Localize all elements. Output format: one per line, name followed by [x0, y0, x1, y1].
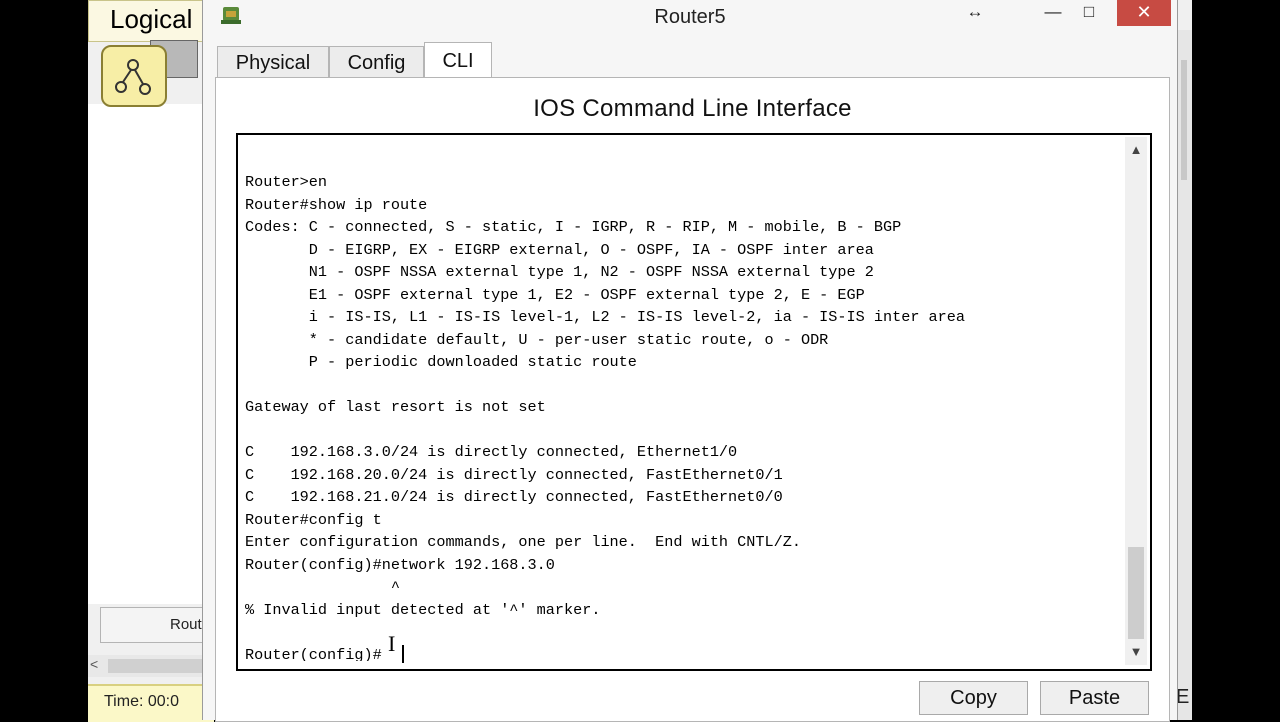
tab-physical[interactable]: Physical [217, 46, 329, 79]
paste-button[interactable]: Paste [1040, 681, 1149, 715]
tab-config[interactable]: Config [329, 46, 424, 79]
text-cursor [402, 645, 404, 663]
mouse-ibeam-icon: I [388, 631, 396, 656]
terminal-line: Enter configuration commands, one per li… [245, 533, 801, 551]
terminal-line: E1 - OSPF external type 1, E2 - OSPF ext… [245, 285, 865, 304]
device-list-button[interactable]: Rout [100, 607, 214, 643]
terminal-line: P - periodic downloaded static route [245, 353, 637, 371]
terminal-line: % Invalid input detected at '^' marker. [245, 600, 601, 619]
scroll-down-icon[interactable]: ▼ [1125, 643, 1147, 661]
terminal-output[interactable]: Router>en Router#show ip route Codes: C - … [245, 171, 1115, 661]
cli-heading: IOS Command Line Interface [533, 95, 852, 122]
terminal-line: Router>en [245, 173, 328, 191]
terminal-scroll-thumb[interactable] [1128, 547, 1144, 639]
logical-workspace-label: Logical [110, 4, 193, 34]
simulation-time: Time: 00:0 [88, 684, 214, 722]
window-title: Router5 [654, 6, 726, 28]
terminal-line: Codes: C - connected, S - static, I - IG… [245, 218, 902, 236]
left-black-bar [0, 0, 88, 720]
terminal-line: C 192.168.21.0/24 is directly connected,… [245, 488, 783, 506]
cli-terminal[interactable]: Router>en Router#show ip route Codes: C - … [236, 133, 1152, 671]
terminal-line: Gateway of last resort is not set [245, 398, 546, 416]
move-icon[interactable]: ↔ [955, 0, 995, 26]
terminal-vertical-scrollbar[interactable]: ▲ ▼ [1125, 137, 1147, 665]
workspace-right-scroll-thumb[interactable] [1181, 60, 1187, 180]
scroll-left-icon[interactable]: < [90, 656, 98, 672]
device-side-panel [88, 104, 214, 604]
copy-button[interactable]: Copy [919, 681, 1028, 715]
terminal-line: Router#config t [245, 510, 382, 529]
scroll-up-icon[interactable]: ▲ [1125, 141, 1147, 159]
terminal-line: * - candidate default, U - per-user stat… [245, 330, 829, 349]
cli-panel: IOS Command Line Interface Router>en Rout… [215, 77, 1170, 722]
terminal-line: C 192.168.20.0/24 is directly connected,… [245, 465, 783, 484]
logical-topology-icon[interactable] [101, 45, 167, 107]
right-edge-text: E [1176, 686, 1190, 708]
terminal-line: Router#show ip route [245, 195, 428, 214]
terminal-line: i - IS-IS, L1 - IS-IS level-1, L2 - IS-I… [245, 308, 966, 326]
right-black-bar [1192, 0, 1280, 720]
maximize-button[interactable]: □ [1069, 0, 1109, 26]
terminal-line: D - EIGRP, EX - EIGRP external, O - OSPF… [245, 240, 874, 259]
router-window: Router5 ↔ — □ ✕ Physical Config CLI IOS … [202, 0, 1178, 722]
terminal-line: Router(config)#network 192.168.3.0 [245, 555, 555, 574]
window-titlebar[interactable]: Router5 ↔ — □ ✕ [203, 0, 1177, 36]
tab-cli[interactable]: CLI [424, 42, 492, 80]
workspace-scroll-thumb[interactable] [108, 659, 208, 673]
terminal-prompt-line[interactable]: Router(config)# [245, 644, 1115, 662]
minimize-button[interactable]: — [1033, 0, 1073, 26]
terminal-line: C 192.168.3.0/24 is directly connected, … [245, 443, 738, 461]
terminal-line: ^ [245, 578, 400, 596]
close-button[interactable]: ✕ [1117, 0, 1171, 26]
terminal-line: N1 - OSPF NSSA external type 1, N2 - OSP… [245, 263, 874, 281]
